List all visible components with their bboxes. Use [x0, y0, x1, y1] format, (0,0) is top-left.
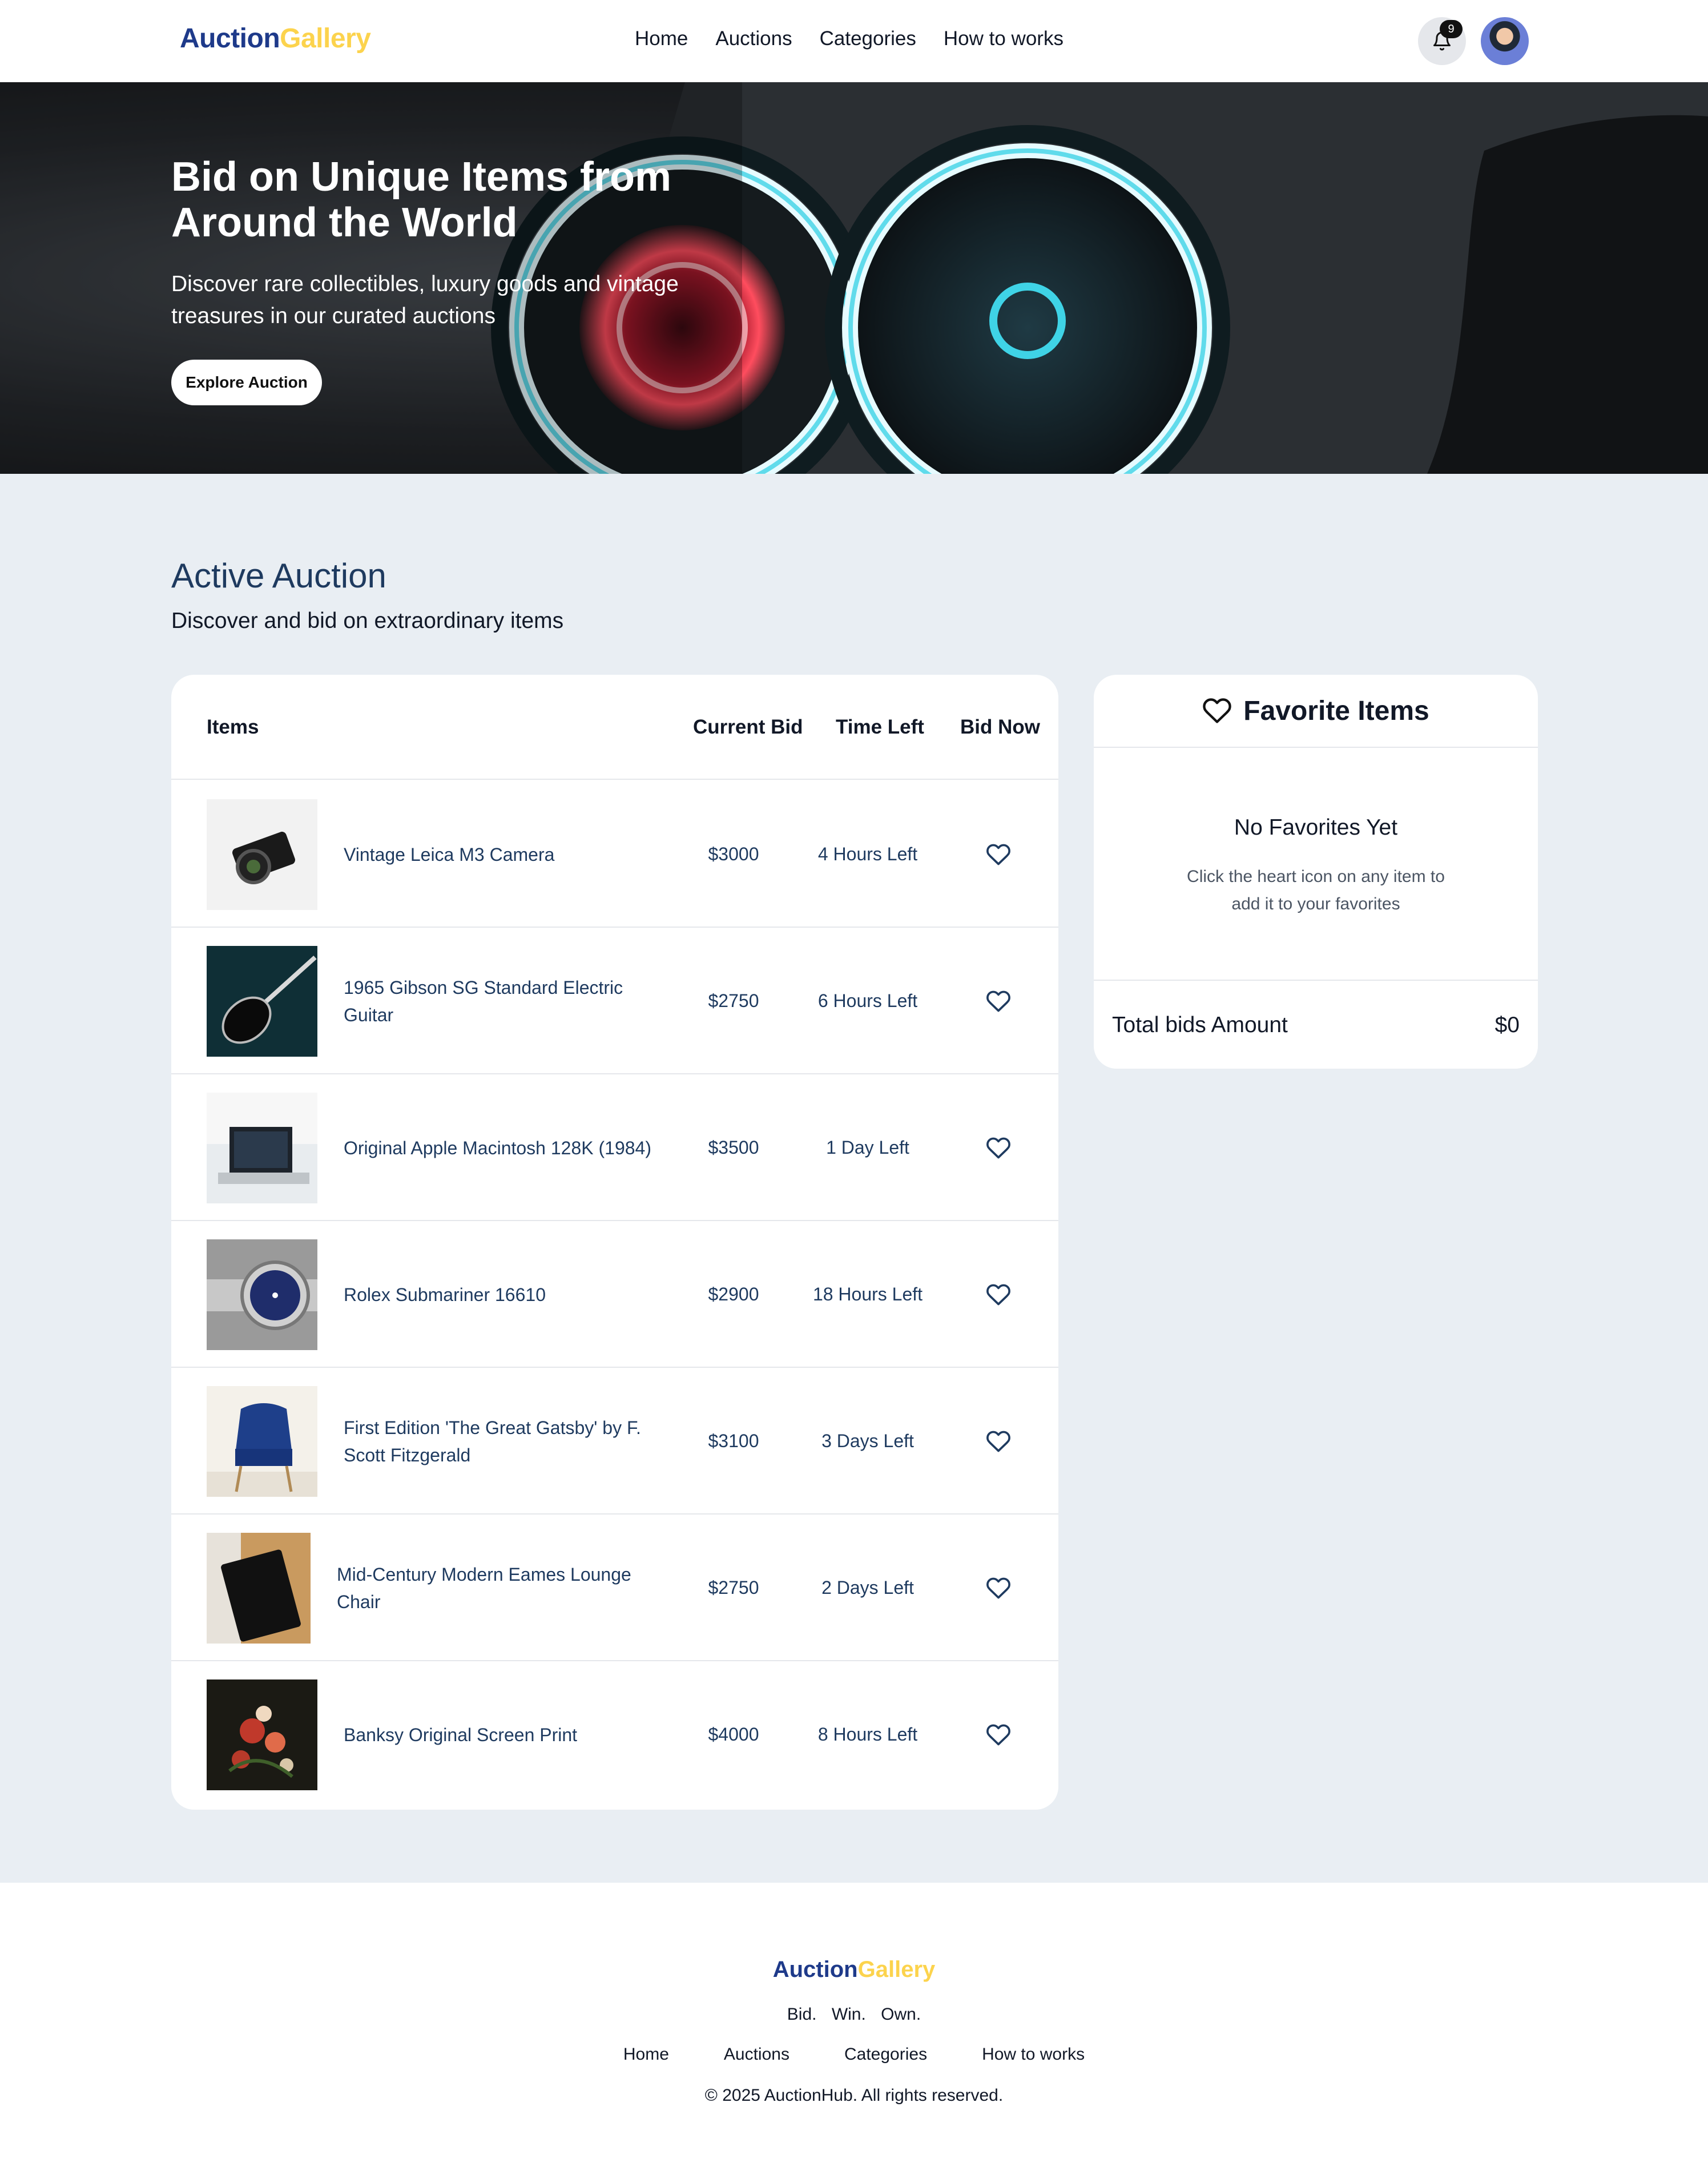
- heart-icon: [986, 1577, 1010, 1599]
- table-row: Rolex Submariner 16610 $2900 18 Hours Le…: [171, 1221, 1058, 1368]
- table-row: Original Apple Macintosh 128K (1984) $35…: [171, 1074, 1058, 1221]
- favorites-divider: [1094, 980, 1538, 981]
- item-name[interactable]: Banksy Original Screen Print: [344, 1661, 663, 1808]
- item-time-left: 2 Days Left: [821, 1577, 914, 1598]
- favorite-button[interactable]: [984, 1721, 1013, 1749]
- footer-link-categories[interactable]: Categories: [844, 2045, 927, 2064]
- favorites-panel: Favorite Items No Favorites Yet Click th…: [1094, 675, 1538, 1069]
- item-name[interactable]: First Edition 'The Great Gatsby' by F. S…: [344, 1368, 663, 1515]
- item-current-bid: $4000: [708, 1724, 759, 1745]
- item-name[interactable]: Rolex Submariner 16610: [344, 1221, 663, 1368]
- heart-icon: [986, 1137, 1010, 1159]
- item-image-watch: [207, 1239, 317, 1350]
- hero-title: Bid on Unique Items from Around the Worl…: [171, 154, 672, 245]
- item-image-chair: [207, 1386, 317, 1497]
- header-bid-now: Bid Now: [960, 716, 1040, 738]
- nav-links: Home Auctions Categories How to works: [635, 27, 1064, 50]
- item-time-left: 6 Hours Left: [817, 990, 918, 1011]
- item-current-bid: $2750: [708, 990, 759, 1011]
- nav-link-categories[interactable]: Categories: [820, 27, 916, 50]
- heart-icon: [986, 1724, 1010, 1746]
- notification-badge: 9: [1440, 20, 1463, 38]
- favorites-title: Favorite Items: [1243, 695, 1429, 726]
- favorites-empty-title: No Favorites Yet: [1234, 815, 1398, 840]
- item-current-bid: $3000: [708, 844, 759, 864]
- section-subtitle: Discover and bid on extraordinary items: [171, 609, 564, 633]
- top-nav: AuctionGallery Home Auctions Categories …: [0, 0, 1708, 82]
- footer: AuctionGallery Bid. Win. Own. Home Aucti…: [0, 1883, 1708, 2183]
- footer-link-home[interactable]: Home: [623, 2045, 669, 2064]
- main-content: Active Auction Discover and bid on extra…: [0, 474, 1708, 1883]
- footer-link-auctions[interactable]: Auctions: [724, 2045, 789, 2064]
- favorite-button[interactable]: [984, 1134, 1013, 1162]
- item-name[interactable]: Original Apple Macintosh 128K (1984): [344, 1074, 663, 1221]
- header-current-bid: Current Bid: [693, 716, 803, 738]
- heart-icon: [986, 1284, 1010, 1306]
- item-image-laptop: [207, 1093, 317, 1203]
- item-time-left: 3 Days Left: [821, 1431, 914, 1451]
- item-image-guitar: [207, 946, 317, 1057]
- heart-icon: [1203, 698, 1231, 723]
- footer-links: Home Auctions Categories How to works: [0, 2045, 1708, 2064]
- heart-icon: [986, 844, 1010, 865]
- favorite-button[interactable]: [984, 987, 1013, 1016]
- favorite-button[interactable]: [984, 840, 1013, 869]
- item-time-left: 1 Day Left: [826, 1137, 909, 1158]
- item-current-bid: $2750: [708, 1577, 759, 1598]
- table-row: 1965 Gibson SG Standard Electric Guitar …: [171, 928, 1058, 1074]
- favorites-header: Favorite Items: [1094, 675, 1538, 748]
- item-name[interactable]: 1965 Gibson SG Standard Electric Guitar: [344, 928, 663, 1074]
- table-row: First Edition 'The Great Gatsby' by F. S…: [171, 1368, 1058, 1515]
- nav-link-how-to-works[interactable]: How to works: [944, 27, 1064, 50]
- auction-table: Items Current Bid Time Left Bid Now Vint…: [171, 675, 1058, 1810]
- brand-logo[interactable]: AuctionGallery: [180, 23, 371, 54]
- total-bids-label: Total bids Amount: [1112, 1013, 1288, 1037]
- footer-copyright: © 2025 AuctionHub. All rights reserved.: [704, 2086, 1004, 2105]
- item-time-left: 18 Hours Left: [812, 1284, 923, 1304]
- header-items: Items: [207, 716, 259, 738]
- item-current-bid: $3500: [708, 1137, 759, 1158]
- section-title: Active Auction: [171, 557, 386, 595]
- footer-logo-part1: Auction: [772, 1957, 858, 1982]
- heart-icon: [986, 1431, 1010, 1452]
- hero-subtitle: Discover rare collectibles, luxury goods…: [171, 272, 679, 328]
- favorite-button[interactable]: [984, 1280, 1013, 1309]
- footer-link-how-to-works[interactable]: How to works: [982, 2045, 1085, 2064]
- favorite-button[interactable]: [984, 1427, 1013, 1456]
- footer-tagline: Bid. Win. Own.: [787, 2005, 921, 2024]
- table-row: Mid-Century Modern Eames Lounge Chair $2…: [171, 1515, 1058, 1661]
- table-header: Items Current Bid Time Left Bid Now: [171, 675, 1058, 780]
- brand-logo-part2: Gallery: [280, 23, 371, 54]
- nav-link-home[interactable]: Home: [635, 27, 688, 50]
- total-bids-value: $0: [1494, 1013, 1520, 1037]
- item-image-painting: [207, 1679, 317, 1790]
- hero-banner: Bid on Unique Items from Around the Worl…: [0, 82, 1708, 474]
- item-current-bid: $3100: [708, 1431, 759, 1451]
- brand-logo-part1: Auction: [180, 23, 280, 54]
- item-image-book: [207, 1533, 311, 1644]
- table-row: Banksy Original Screen Print $4000 8 Hou…: [171, 1661, 1058, 1808]
- heart-icon: [986, 990, 1010, 1012]
- item-current-bid: $2900: [708, 1284, 759, 1304]
- footer-logo-part2: Gallery: [857, 1957, 936, 1982]
- explore-auction-button[interactable]: Explore Auction: [171, 360, 322, 405]
- item-image-camera: [207, 799, 317, 910]
- nav-link-auctions[interactable]: Auctions: [715, 27, 792, 50]
- item-name[interactable]: Vintage Leica M3 Camera: [344, 781, 663, 928]
- favorite-button[interactable]: [984, 1574, 1013, 1602]
- item-name[interactable]: Mid-Century Modern Eames Lounge Chair: [337, 1515, 656, 1661]
- footer-logo[interactable]: AuctionGallery: [0, 1957, 1708, 1983]
- item-time-left: 4 Hours Left: [817, 844, 918, 864]
- user-avatar[interactable]: [1481, 17, 1529, 65]
- table-row: Vintage Leica M3 Camera $3000 4 Hours Le…: [171, 781, 1058, 928]
- header-time-left: Time Left: [836, 716, 924, 738]
- item-time-left: 8 Hours Left: [817, 1724, 918, 1745]
- favorites-empty-subtitle: Click the heart icon on any item to add …: [1187, 867, 1445, 913]
